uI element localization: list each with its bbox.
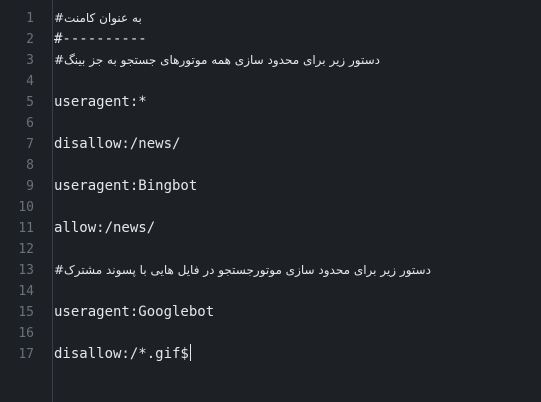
line-number: 12	[18, 242, 34, 257]
line-number: 17	[18, 347, 34, 362]
line-number: 15	[18, 305, 34, 320]
line-number: 8	[26, 158, 34, 173]
line-number: 16	[18, 326, 34, 341]
code-line[interactable]: useragent:*	[54, 92, 533, 113]
code-line-text: disallow:/*.gif$	[54, 346, 189, 362]
line-number: 5	[26, 95, 34, 110]
code-line[interactable]: دستور زیر برای محدود سازی همه موتورهای ج…	[54, 50, 533, 71]
line-number: 1	[26, 11, 34, 26]
code-line[interactable]	[54, 239, 533, 260]
code-editor[interactable]: 1 2 3 4 5 6 7 8 9 10 11 12 13 14 15 16 1…	[0, 0, 541, 402]
code-line[interactable]	[54, 281, 533, 302]
line-number: 2	[26, 32, 34, 47]
code-line[interactable]: #----------	[54, 29, 533, 50]
line-number: 13	[18, 263, 34, 278]
line-number: 4	[26, 74, 34, 89]
line-number: 3	[26, 53, 34, 68]
line-number: 11	[18, 221, 34, 236]
gutter-divider	[52, 0, 53, 402]
code-line[interactable]: useragent:Googlebot	[54, 302, 533, 323]
code-line[interactable]	[54, 197, 533, 218]
code-line[interactable]	[54, 323, 533, 344]
code-line[interactable]: disallow:/news/	[54, 134, 533, 155]
line-number: 6	[26, 116, 34, 131]
text-cursor	[189, 344, 191, 361]
code-line[interactable]: به عنوان کامنت#	[54, 8, 533, 29]
line-number-gutter: 1 2 3 4 5 6 7 8 9 10 11 12 13 14 15 16 1…	[0, 0, 52, 402]
line-number: 10	[18, 200, 34, 215]
code-line-active[interactable]: disallow:/*.gif$	[54, 344, 533, 365]
code-line[interactable]: allow:/news/	[54, 218, 533, 239]
code-line[interactable]: useragent:Bingbot	[54, 176, 533, 197]
code-line[interactable]: دستور زیر برای محدود سازی موتورجستجو در …	[54, 260, 533, 281]
line-number: 9	[26, 179, 34, 194]
code-line[interactable]	[54, 155, 533, 176]
code-line[interactable]	[54, 113, 533, 134]
line-number: 7	[26, 137, 34, 152]
line-number: 14	[18, 284, 34, 299]
code-line[interactable]	[54, 71, 533, 92]
